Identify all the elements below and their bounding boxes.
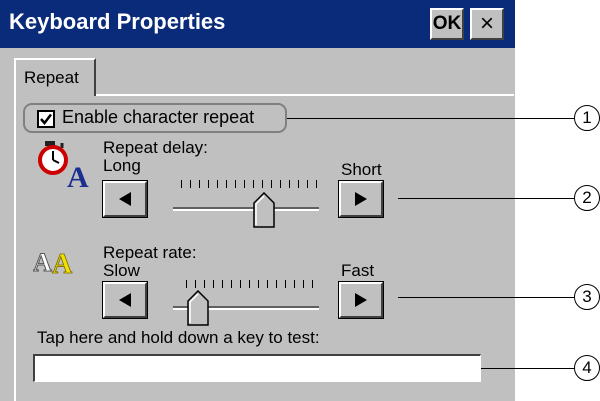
callout-line-1 <box>287 118 575 119</box>
arrow-right-icon <box>355 293 367 307</box>
svg-text:A: A <box>67 161 89 188</box>
double-letter-a-icon: A A <box>33 248 73 278</box>
repeat-delay-increase-button[interactable] <box>338 180 384 218</box>
arrow-left-icon <box>119 192 131 206</box>
repeat-delay-decrease-button[interactable] <box>102 180 148 218</box>
tab-repeat[interactable]: Repeat <box>14 58 96 96</box>
repeat-delay-ticks <box>181 180 317 188</box>
test-prompt-label: Tap here and hold down a key to test: <box>37 328 320 347</box>
callout-line-3 <box>398 297 575 298</box>
window-title: Keyboard Properties <box>9 9 226 34</box>
repeat-delay-slider[interactable] <box>253 192 275 228</box>
repeat-rate-slider[interactable] <box>187 290 210 326</box>
repeat-rate-increase-button[interactable] <box>338 281 384 319</box>
arrow-left-icon <box>119 293 131 307</box>
svg-text:A: A <box>33 248 52 277</box>
repeat-delay-title: Repeat delay: <box>103 138 208 157</box>
callout-line-4 <box>481 368 575 369</box>
repeat-delay-short-label: Short <box>341 160 382 179</box>
callout-2: 2 <box>574 185 600 211</box>
repeat-rate-slow-label: Slow <box>103 261 140 280</box>
close-button[interactable]: × <box>470 8 504 40</box>
enable-repeat-checkbox[interactable] <box>37 110 55 128</box>
repeat-rate-fast-label: Fast <box>341 261 375 280</box>
repeat-delay-long-label: Long <box>103 156 141 175</box>
stopwatch-letter-a-icon: A <box>38 141 89 188</box>
check-mark-icon <box>40 113 52 125</box>
svg-text:A: A <box>52 249 73 277</box>
repeat-rate-title: Repeat rate: <box>103 243 197 262</box>
enable-repeat-label[interactable]: Enable character repeat <box>62 107 254 128</box>
callout-3: 3 <box>574 284 600 310</box>
title-bar: Keyboard Properties OK × <box>0 0 515 48</box>
test-input[interactable] <box>33 354 481 382</box>
repeat-rate-ticks <box>186 280 316 288</box>
callout-1: 1 <box>574 105 600 131</box>
repeat-delay-track <box>173 207 319 211</box>
arrow-right-icon <box>355 192 367 206</box>
ok-button[interactable]: OK <box>430 8 464 40</box>
callout-line-2 <box>398 198 575 199</box>
callout-4: 4 <box>574 355 600 381</box>
repeat-rate-decrease-button[interactable] <box>102 281 148 319</box>
keyboard-properties-dialog: Keyboard Properties OK × Repeat Enable c… <box>0 0 515 401</box>
